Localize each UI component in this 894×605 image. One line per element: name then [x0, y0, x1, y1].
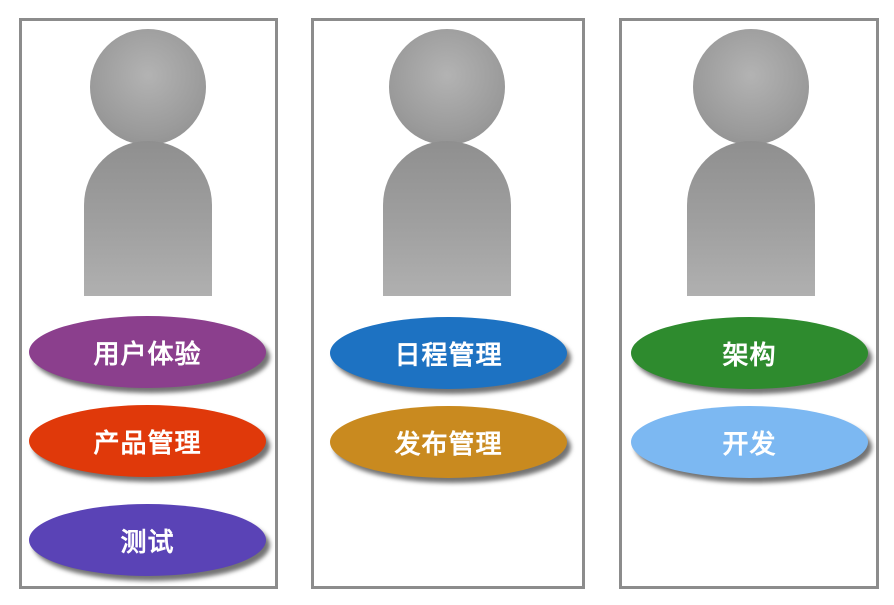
role-label: 产品管理 — [93, 428, 202, 459]
person-body — [687, 141, 815, 296]
role-label: 开发 — [722, 429, 777, 460]
role-panel-3: 架构 开发 — [619, 18, 879, 589]
person-body — [383, 141, 511, 296]
role-pill-user-experience: 用户体验 — [29, 316, 266, 388]
person-silhouette-icon — [84, 29, 224, 304]
role-label: 测试 — [120, 527, 175, 558]
role-pill-product-management: 产品管理 — [29, 405, 266, 477]
person-head — [693, 29, 809, 145]
role-label: 日程管理 — [394, 340, 503, 371]
role-pill-development: 开发 — [631, 406, 868, 478]
person-head — [90, 29, 206, 145]
role-pill-testing: 测试 — [29, 504, 266, 576]
person-silhouette-icon — [383, 29, 523, 304]
role-label: 用户体验 — [93, 339, 202, 370]
role-panel-2: 日程管理 发布管理 — [311, 18, 585, 589]
role-panel-1: 用户体验 产品管理 测试 — [19, 18, 278, 589]
role-label: 发布管理 — [394, 429, 503, 460]
role-pill-schedule-management: 日程管理 — [330, 317, 567, 389]
role-pill-architecture: 架构 — [631, 317, 868, 389]
person-body — [84, 141, 212, 296]
person-head — [389, 29, 505, 145]
person-silhouette-icon — [687, 29, 827, 304]
role-label: 架构 — [722, 340, 777, 371]
role-pill-release-management: 发布管理 — [330, 406, 567, 478]
